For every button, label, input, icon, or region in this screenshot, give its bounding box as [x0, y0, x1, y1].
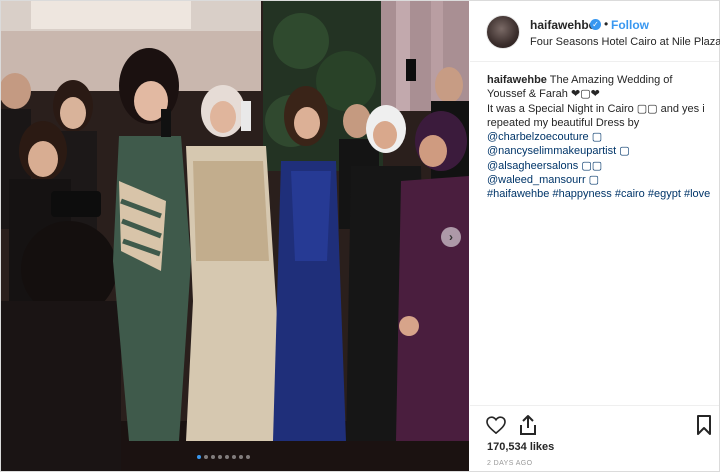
- carousel-dot: [218, 455, 222, 459]
- caption-mention[interactable]: @waleed_mansourr ▢: [487, 173, 709, 187]
- hashtag-link[interactable]: #love: [684, 188, 710, 200]
- hashtag-link[interactable]: #cairo: [615, 188, 645, 200]
- caption-username[interactable]: haifawehbe: [487, 74, 547, 86]
- follow-button[interactable]: Follow: [611, 18, 649, 32]
- carousel-next-button[interactable]: ›: [441, 227, 461, 247]
- header-separator: •: [604, 17, 609, 31]
- location-link[interactable]: Four Seasons Hotel Cairo at Nile Plaza: [530, 36, 720, 48]
- carousel-dot: [246, 455, 250, 459]
- likes-count[interactable]: 170,534 likes: [487, 441, 554, 453]
- header-username[interactable]: haifawehbe: [530, 18, 595, 32]
- post-modal: › haifawehbe ✓ • Follow Four Seasons Hot…: [0, 0, 720, 472]
- bookmark-icon[interactable]: [696, 415, 712, 440]
- caption-line-2: Youssef & Farah ❤︎▢❤︎: [487, 88, 600, 101]
- carousel-dot: [232, 455, 236, 459]
- share-icon[interactable]: [518, 414, 538, 441]
- post-photo[interactable]: ›: [1, 1, 469, 471]
- carousel-dot: [211, 455, 215, 459]
- caption-line-4: repeated my beautiful Dress by: [487, 116, 640, 129]
- carousel-indicator: [197, 455, 250, 459]
- wedding-photo-illustration: [1, 1, 469, 471]
- caption-line-1: The Amazing Wedding of: [549, 74, 673, 86]
- carousel-dot: [197, 455, 201, 459]
- caption-mention[interactable]: @alsagheersalons ▢▢: [487, 159, 709, 173]
- verified-badge-icon: ✓: [590, 19, 601, 30]
- caption-mention[interactable]: @nancyselimmakeupartist ▢: [487, 144, 709, 158]
- post-header: haifawehbe ✓ • Follow Four Seasons Hotel…: [470, 1, 720, 62]
- hashtag-link[interactable]: #happyness: [552, 188, 611, 200]
- caption-hashtags: #haifawehbe #happyness #cairo #egypt #lo…: [487, 187, 710, 201]
- carousel-dot: [225, 455, 229, 459]
- caption-line-3: It was a Special Night in Cairo ▢▢ and y…: [487, 102, 705, 115]
- carousel-dot: [204, 455, 208, 459]
- heart-icon[interactable]: [486, 416, 506, 439]
- profile-avatar[interactable]: [486, 15, 520, 49]
- post-caption: haifawehbe The Amazing Wedding of Yousse…: [487, 73, 710, 202]
- carousel-dot: [239, 455, 243, 459]
- post-timestamp: 2 DAYS AGO: [487, 460, 533, 467]
- post-sidebar: haifawehbe ✓ • Follow Four Seasons Hotel…: [470, 1, 720, 472]
- post-actions: 170,534 likes 2 DAYS AGO: [470, 405, 719, 472]
- hashtag-link[interactable]: #haifawehbe: [487, 188, 549, 200]
- caption-mention[interactable]: @charbelzoecouture ▢: [487, 130, 709, 144]
- hashtag-link[interactable]: #egypt: [648, 188, 681, 200]
